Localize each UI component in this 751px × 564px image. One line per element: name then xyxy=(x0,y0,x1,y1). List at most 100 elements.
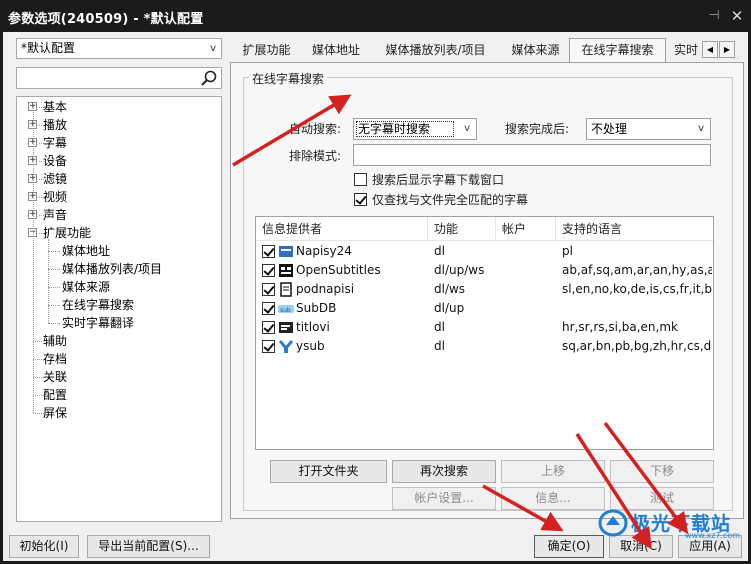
tree-search-input[interactable] xyxy=(17,68,197,88)
test-button[interactable]: 测试 xyxy=(610,487,714,510)
provider-name: OpenSubtitles xyxy=(296,263,381,277)
tab-0[interactable]: 扩展功能 xyxy=(230,40,303,62)
provider-checkbox[interactable] xyxy=(262,245,275,258)
provider-features: dl/up/ws xyxy=(434,263,485,277)
watermark-logo-icon xyxy=(598,509,628,537)
table-row[interactable]: Napisy24 dl pl xyxy=(256,242,713,261)
cancel-button[interactable]: 取消(C) xyxy=(609,535,673,558)
tree-item-label: 播放 xyxy=(43,118,68,132)
tab-scroll-left-icon[interactable]: ◀ xyxy=(702,41,718,58)
table-row[interactable]: podnapisi dl/ws sl,en,no,ko,de,is,cs,fr,it… xyxy=(256,280,713,299)
opensubtitles-icon xyxy=(279,264,293,277)
exclude-pattern-input[interactable] xyxy=(353,144,711,166)
tree-item[interactable]: 基本 xyxy=(43,98,67,116)
export-config-label: 导出当前配置(S)... xyxy=(98,539,199,553)
tab-2[interactable]: 媒体播放列表/项目 xyxy=(369,40,502,62)
tree-connector xyxy=(48,251,60,252)
title-bar[interactable]: 参数选项(240509) - *默认配置 ⊣ ✕ xyxy=(0,0,751,32)
provider-checkbox[interactable] xyxy=(262,302,275,315)
tab-3[interactable]: 媒体来源 xyxy=(502,40,569,62)
column-header-languages[interactable]: 支持的语言 xyxy=(556,217,713,241)
tree-item[interactable]: 辅助 xyxy=(43,332,67,350)
table-row[interactable]: OpenSubtitles dl/up/ws ab,af,sq,am,ar,an,h… xyxy=(256,261,713,280)
provider-checkbox[interactable] xyxy=(262,283,275,296)
provider-checkbox[interactable] xyxy=(262,340,275,353)
tree-connector xyxy=(39,143,44,144)
column-header-features[interactable]: 功能 xyxy=(428,217,496,241)
tree-item[interactable]: 屏保 xyxy=(43,404,67,422)
tree-item[interactable]: 关联 xyxy=(43,368,67,386)
column-header-provider[interactable]: 信息提供者 xyxy=(256,217,428,241)
tree-connector xyxy=(48,287,60,288)
tree-connector xyxy=(39,233,44,234)
tree-item[interactable]: 在线字幕搜索 xyxy=(62,296,134,314)
tree-item[interactable]: 视频 xyxy=(43,188,67,206)
settings-tree[interactable]: 基本 + 播放 + 字幕 + 设备 + 滤镜 + 视频 + 声音 + 扩展功能 − 媒体地址 媒体播放列表/项目媒… xyxy=(16,96,222,522)
tree-item[interactable]: 媒体地址 xyxy=(62,242,110,260)
dialog-client: *默认配置 v 基本 + 播放 + 字幕 + 设备 + 滤镜 + 视频 + 声音 + 扩展功能 − 媒体地址 媒体… xyxy=(3,32,748,561)
table-row[interactable]: titlovi dl hr,sr,rs,si,ba,en,mk xyxy=(256,318,713,337)
show-download-window-checkbox[interactable] xyxy=(354,173,367,186)
provider-list[interactable]: 信息提供者 功能 帐户 支持的语言 Napisy24 dl pl OpenSubtit… xyxy=(255,216,714,450)
tree-item-label: 媒体来源 xyxy=(62,280,111,294)
podnapisi-icon xyxy=(280,282,292,297)
tree-item[interactable]: 声音 xyxy=(43,206,67,224)
chevron-down-icon: v xyxy=(464,123,470,134)
show-download-window-label[interactable]: 搜索后显示字幕下载窗口 xyxy=(372,171,504,188)
open-folder-button[interactable]: 打开文件夹 xyxy=(270,460,387,483)
export-config-button[interactable]: 导出当前配置(S)... xyxy=(87,535,210,558)
initialize-label: 初始化(I) xyxy=(19,539,69,553)
initialize-button[interactable]: 初始化(I) xyxy=(9,535,79,558)
tree-item[interactable]: 滤镜 xyxy=(43,170,67,188)
tree-item[interactable]: 实时字幕翻译 xyxy=(62,314,134,332)
tree-item[interactable]: 媒体播放列表/项目 xyxy=(62,260,162,278)
search-again-button[interactable]: 再次搜索 xyxy=(392,460,496,483)
chevron-down-icon: v xyxy=(210,43,216,54)
provider-checkbox[interactable] xyxy=(262,264,275,277)
exact-match-checkbox[interactable] xyxy=(354,193,367,206)
tree-item[interactable]: 播放 xyxy=(43,116,67,134)
exact-match-label[interactable]: 仅查找与文件完全匹配的字幕 xyxy=(372,191,528,208)
tab-4[interactable]: 在线字幕搜索 xyxy=(569,38,666,63)
profile-select[interactable]: *默认配置 v xyxy=(16,38,222,59)
table-row[interactable]: ysub dl sq,ar,bn,pb,bg,zh,hr,cs,d... xyxy=(256,337,713,356)
tree-item[interactable]: 配置 xyxy=(43,386,67,404)
provider-name: Napisy24 xyxy=(296,244,352,258)
account-settings-button[interactable]: 帐户设置... xyxy=(392,487,496,510)
tree-item-label: 存档 xyxy=(43,352,68,366)
after-search-select[interactable]: 不处理 v xyxy=(586,118,711,140)
provider-list-header: 信息提供者 功能 帐户 支持的语言 xyxy=(256,217,713,241)
tree-item-label: 媒体地址 xyxy=(62,244,111,258)
tree-item[interactable]: 扩展功能 xyxy=(43,224,91,242)
exclude-pattern-label: 排除模式: xyxy=(289,149,342,163)
ok-label: 确定(O) xyxy=(547,539,591,553)
tab-5[interactable]: 实时 xyxy=(666,40,706,62)
tree-item[interactable]: 媒体来源 xyxy=(62,278,110,296)
provider-features: dl/up xyxy=(434,301,465,315)
tree-connector xyxy=(39,107,44,108)
watermark: 极光下载站 www.xz7.com xyxy=(595,508,751,540)
tree-connector xyxy=(39,161,44,162)
auto-search-select[interactable]: 无字幕时搜索 v xyxy=(353,118,477,140)
tab-1[interactable]: 媒体地址 xyxy=(303,40,369,62)
move-up-button[interactable]: 上移 xyxy=(501,460,605,483)
tree-item[interactable]: 存档 xyxy=(43,350,67,368)
tree-item[interactable]: 设备 xyxy=(43,152,67,170)
tree-item-label: 辅助 xyxy=(43,334,68,348)
search-icon[interactable] xyxy=(199,69,219,88)
provider-checkbox[interactable] xyxy=(262,321,275,334)
preferences-window: 参数选项(240509) - *默认配置 ⊣ ✕ *默认配置 v 基本 + 播放 + 字… xyxy=(0,0,751,564)
tree-item[interactable]: 字幕 xyxy=(43,134,67,152)
provider-langs: pl xyxy=(562,244,573,258)
tree-item-label: 视频 xyxy=(43,190,68,204)
column-header-account[interactable]: 帐户 xyxy=(496,217,556,241)
table-row[interactable]: sub SubDB dl/up xyxy=(256,299,713,318)
tab-scroll-right-icon[interactable]: ▶ xyxy=(719,41,735,58)
close-icon[interactable]: ✕ xyxy=(727,6,747,26)
pin-icon[interactable]: ⊣ xyxy=(704,6,724,26)
move-down-button[interactable]: 下移 xyxy=(610,460,714,483)
after-search-label: 搜索完成后: xyxy=(505,122,570,136)
ok-button[interactable]: 确定(O) xyxy=(534,535,604,558)
tree-connector xyxy=(48,305,60,306)
info-button[interactable]: 信息... xyxy=(501,487,605,510)
